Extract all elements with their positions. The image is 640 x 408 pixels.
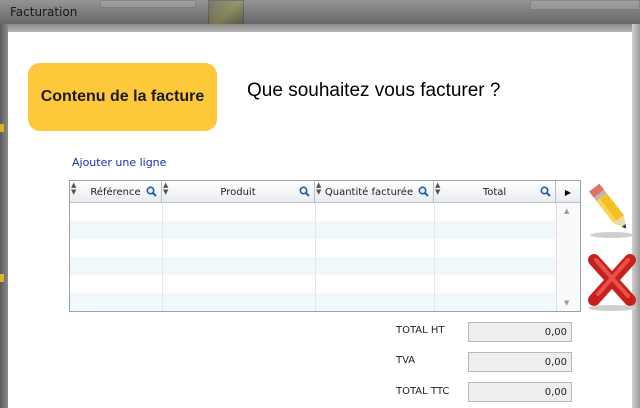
tva-field[interactable]: 0,00 <box>468 352 572 372</box>
column-header-quantite[interactable]: ▲ ▼ Quantité facturée <box>315 181 434 203</box>
sort-icon[interactable]: ▲ ▼ <box>435 182 440 196</box>
column-header-produit[interactable]: ▲ ▼ Produit <box>162 181 315 203</box>
table-row[interactable] <box>70 275 556 293</box>
column-divider <box>315 203 316 311</box>
search-icon[interactable] <box>146 186 157 197</box>
table-row[interactable] <box>70 203 556 221</box>
cancel-button[interactable] <box>584 252 640 312</box>
tva-label: TVA <box>396 355 416 366</box>
window-frame-left <box>0 24 8 408</box>
sort-icon[interactable]: ▲ ▼ <box>71 182 76 196</box>
window-title: Facturation <box>10 5 78 19</box>
total-ttc-label: TOTAL TTC <box>396 386 450 397</box>
table-row[interactable] <box>70 239 556 257</box>
cross-icon <box>588 254 636 311</box>
sort-icon[interactable]: ▲ ▼ <box>163 182 168 196</box>
table-body[interactable] <box>70 203 556 311</box>
section-label: Contenu de la facture <box>40 88 205 105</box>
table-row[interactable] <box>70 293 556 311</box>
column-header-reference[interactable]: ▲ ▼ Référence <box>70 181 162 203</box>
pencil-icon <box>589 183 634 238</box>
column-divider <box>434 203 435 311</box>
section-label-box: Contenu de la facture <box>28 63 217 131</box>
search-icon[interactable] <box>540 186 551 197</box>
add-line-link[interactable]: Ajouter une ligne <box>72 156 166 169</box>
dialog-client-area: Contenu de la facture Que souhaitez vous… <box>8 32 636 408</box>
search-icon[interactable] <box>299 186 310 197</box>
scroll-down-icon[interactable]: ▼ <box>564 299 569 307</box>
arrow-right-icon[interactable]: ▶ <box>556 181 580 203</box>
total-ht-field[interactable]: 0,00 <box>468 322 572 342</box>
total-ttc-field[interactable]: 0,00 <box>468 382 572 402</box>
total-ht-label: TOTAL HT <box>396 325 445 336</box>
vertical-scrollbar[interactable]: ▲ ▼ <box>556 203 580 311</box>
search-icon[interactable] <box>418 186 429 197</box>
invoice-lines-table[interactable]: ▲ ▼ Référence ▲ ▼ Produit ▲ ▼ Quantité fact… <box>69 180 581 312</box>
scroll-up-icon[interactable]: ▲ <box>564 207 569 215</box>
sort-icon[interactable]: ▲ ▼ <box>316 182 321 196</box>
page-question: Que souhaitez vous facturer ? <box>247 80 501 101</box>
column-divider <box>162 203 163 311</box>
window-frame-top <box>0 24 640 32</box>
table-row[interactable] <box>70 257 556 275</box>
window-titlebar[interactable]: Facturation <box>0 0 640 24</box>
table-row[interactable] <box>70 221 556 239</box>
table-header: ▲ ▼ Référence ▲ ▼ Produit ▲ ▼ Quantité fact… <box>70 181 580 203</box>
edit-button[interactable] <box>586 180 636 240</box>
column-header-total[interactable]: ▲ ▼ Total <box>434 181 556 203</box>
